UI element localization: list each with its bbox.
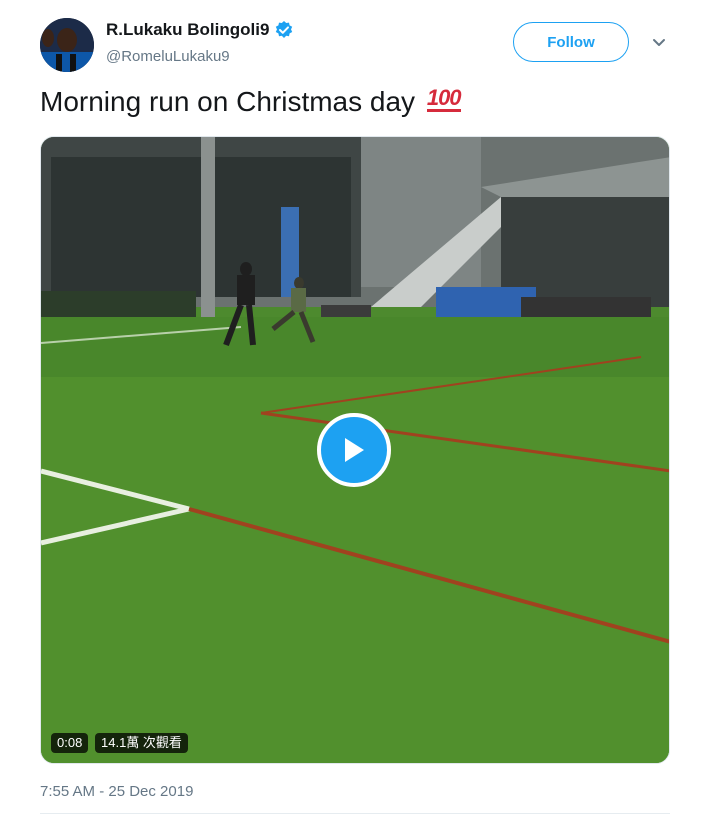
play-button[interactable] xyxy=(317,413,391,487)
author-handle[interactable]: @RomeluLukaku9 xyxy=(106,48,230,65)
tweet-text: Morning run on Christmas day 100 xyxy=(40,85,462,118)
tweet-timestamp[interactable]: 7:55 AM - 25 Dec 2019 xyxy=(40,783,193,800)
avatar[interactable] xyxy=(40,18,94,72)
chevron-down-icon[interactable] xyxy=(650,36,668,50)
tweet-body: Morning run on Christmas day xyxy=(40,86,416,117)
author-name-row[interactable]: R.Lukaku Bolingoli9 xyxy=(106,20,294,40)
follow-button[interactable]: Follow xyxy=(513,22,629,62)
video-duration: 0:08 xyxy=(51,733,89,753)
video-player[interactable]: 0:08 14.1萬 次觀看 xyxy=(40,136,670,764)
play-icon xyxy=(345,438,364,462)
divider xyxy=(40,813,670,814)
hundred-points-emoji-icon: 100 xyxy=(426,85,462,113)
verified-badge-icon xyxy=(274,20,294,40)
video-view-count: 14.1萬 次觀看 xyxy=(95,733,188,753)
avatar-image xyxy=(40,18,94,72)
display-name[interactable]: R.Lukaku Bolingoli9 xyxy=(106,20,269,40)
